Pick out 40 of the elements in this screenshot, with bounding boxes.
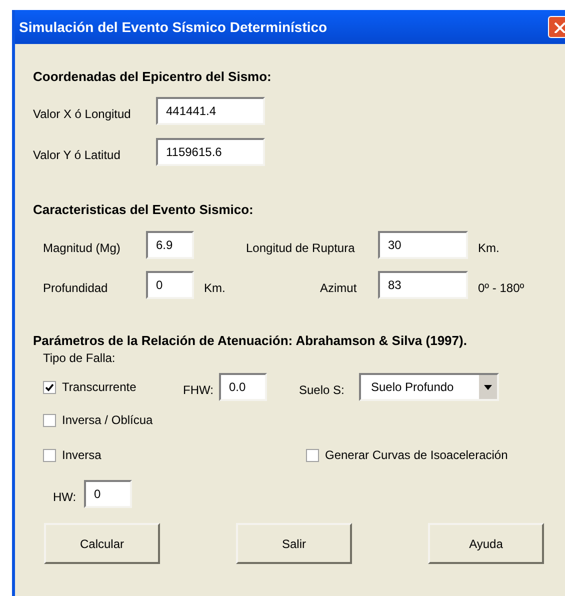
check-icon [45, 382, 54, 392]
text-field[interactable]: 0 [146, 271, 194, 299]
field-label: FHW: [183, 382, 214, 399]
checkbox[interactable] [43, 414, 56, 426]
section-heading: Parámetros de la Relación de Atenuación: Abrahamson & Silva (1997). [33, 333, 468, 348]
checkbox[interactable] [43, 380, 56, 394]
soil-dropdown[interactable]: Suelo Profundo [359, 373, 499, 401]
checkbox-label: Inversa [62, 447, 102, 464]
text-field[interactable]: 0 [84, 480, 132, 508]
checkbox-label: Inversa / Oblícua [62, 412, 153, 429]
field-label: Longitud de Ruptura [246, 240, 356, 257]
text-field[interactable]: 83 [378, 271, 468, 299]
checkbox-label: Transcurrente [62, 379, 136, 396]
section-heading: Coordenadas del Epicentro del Sismo: [33, 68, 272, 86]
close-button[interactable] [548, 16, 565, 38]
field-label: Suelo S: [299, 382, 346, 399]
checkbox[interactable] [306, 448, 319, 462]
text-field[interactable]: 0.0 [219, 373, 267, 401]
field-label: Magnitud (Mg) [43, 240, 122, 257]
field-label: Azimut [320, 280, 358, 297]
close-icon [553, 21, 565, 33]
text-field[interactable]: 441441.4 [156, 96, 265, 124]
window-title: Simulación del Evento Sísmico Determinístico [19, 18, 328, 36]
field-label: 0º - 180º [478, 280, 524, 297]
section-heading: Caracteristicas del Evento Sismico: [33, 200, 254, 218]
text-field[interactable]: 30 [378, 231, 468, 259]
group-label: Tipo de Falla: [43, 350, 116, 367]
dialog-button[interactable]: Ayuda [428, 523, 544, 564]
dialog-button[interactable]: Salir [236, 523, 352, 564]
field-label: Valor Y ó Latitud [33, 146, 122, 164]
checkbox[interactable] [43, 448, 56, 462]
field-label: Km. [204, 280, 226, 297]
dialog-button[interactable]: Calcular [44, 523, 160, 564]
field-label: Valor X ó Longitud [33, 106, 132, 122]
text-field[interactable]: 6.9 [146, 231, 194, 259]
checkbox-label: Generar Curvas de Isoaceleración [325, 447, 508, 464]
field-label: HW: [53, 489, 78, 506]
text-field[interactable]: 1159615.6 [156, 138, 265, 166]
field-label: Km. [478, 240, 500, 257]
field-label: Profundidad [43, 280, 109, 297]
